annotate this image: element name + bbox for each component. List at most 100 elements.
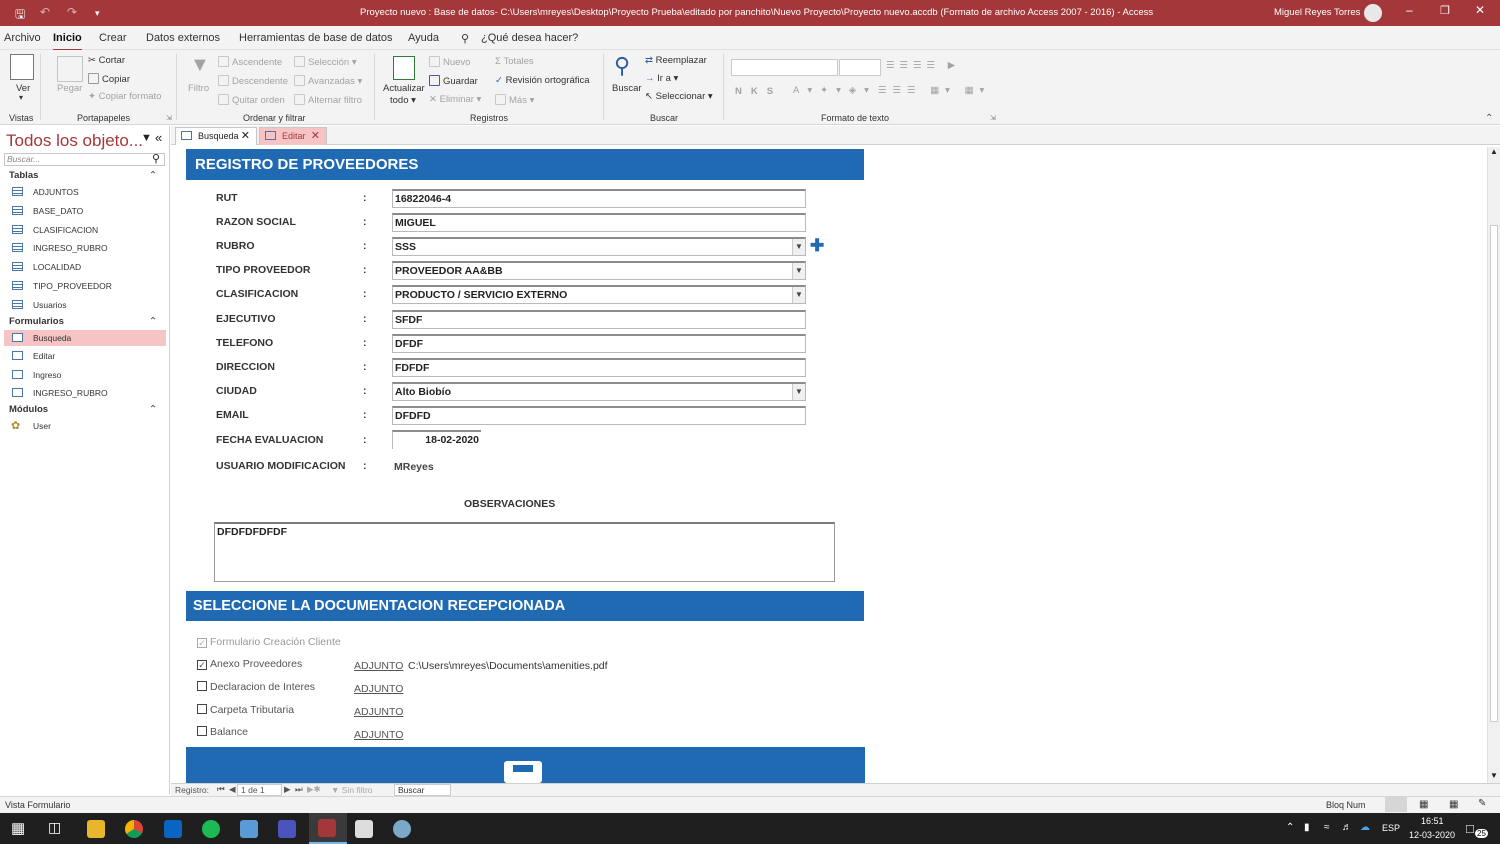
outlook-icon[interactable] [164,820,182,838]
vertical-scrollbar[interactable]: ▲ ▼ [1487,147,1500,783]
buscar-button[interactable]: Buscar [612,83,642,94]
color-icons[interactable]: A▾✦▾◈▾ [793,85,877,96]
ascendente-button[interactable]: Ascendente [218,56,282,68]
doc-checkbox-anexo[interactable]: ✓ Anexo Proveedores [197,658,302,670]
doc-checkbox-declaracion[interactable]: Declaracion de Interes [197,681,315,693]
nav-section-formularios[interactable]: Formularios ⌃ [9,316,157,327]
clock-date[interactable]: 12-03-2020 [1409,830,1455,840]
nav-section-modulos[interactable]: Módulos ⌃ [9,404,157,415]
mas-button[interactable]: Más ▾ [495,94,534,106]
save-icon[interactable]: 🖫 [15,5,25,26]
bold-italic-underline-icons[interactable]: NKS [735,86,782,97]
volume-icon[interactable]: ♬ [1342,822,1352,833]
avanzadas-button[interactable]: Avanzadas ▾ [294,75,362,87]
design-view-icon[interactable]: ✎ [1478,798,1486,809]
collapse-nav-icon[interactable]: « [155,130,162,145]
teams-icon[interactable] [278,820,296,838]
undo-icon[interactable]: ↶ [40,5,50,19]
guardar-button[interactable]: Guardar [429,75,478,87]
align-icons[interactable]: ☰☰☰ ▦▾ ▦▾ [878,85,990,96]
ir-a-button[interactable]: → Ir a ▾ [645,73,678,84]
record-position-input[interactable]: 1 de 1 [237,784,282,796]
prev-record-icon[interactable]: ◀ [229,784,236,795]
next-record-icon[interactable]: ▶ [284,784,291,795]
chevron-down-icon[interactable]: ▼ [792,263,805,279]
reemplazar-button[interactable]: ⇄ Reemplazar [645,55,707,66]
tray-chevron-icon[interactable]: ⌃ [1286,822,1294,833]
nav-title[interactable]: Todos los objeto... [6,131,143,151]
nuevo-button[interactable]: Nuevo [429,56,470,68]
nav-table-item[interactable]: ADJUNTOS [4,184,166,200]
doc-checkbox-formulario[interactable]: ✓ Formulario Creación Cliente [197,636,341,648]
adjunto-link[interactable]: ADJUNTO [354,660,403,672]
pegar-button[interactable]: Pegar [57,83,82,94]
customize-quick-access-icon[interactable]: ▾ [95,8,100,19]
nav-form-item[interactable]: INGRESO_RUBRO [4,385,166,401]
nav-search-input[interactable]: Buscar... [4,153,165,166]
list-icons[interactable]: ☰☰☰☰ ▶ [886,60,960,71]
scroll-down-icon[interactable]: ▼ [1490,771,1498,780]
font-name-select[interactable] [731,59,838,76]
record-search-input[interactable]: Buscar [394,784,451,796]
seleccion-button[interactable]: Selección ▾ [294,56,357,68]
filtro-button[interactable]: Filtro [188,83,209,94]
nav-section-tablas[interactable]: Tablas ⌃ [9,170,157,181]
save-icon[interactable] [504,761,542,783]
adjunto-link[interactable]: ADJUNTO [354,729,403,741]
datasheet-view-icon[interactable]: ▦ [1419,799,1428,810]
chevron-down-icon[interactable]: ▼ [792,384,805,400]
tell-me-input[interactable]: ¿Qué desea hacer? [481,32,578,44]
nav-table-item[interactable]: BASE_DATO [4,203,166,219]
razon-social-field[interactable]: MIGUEL [392,213,806,232]
access-taskbar-button[interactable] [309,813,347,844]
nav-table-item[interactable]: INGRESO_RUBRO [4,240,166,256]
ejecutivo-field[interactable]: SFDF [392,310,806,329]
nav-table-item[interactable]: LOCALIDAD [4,259,166,275]
nav-module-item[interactable]: ✿ User [4,418,166,434]
spotify-icon[interactable] [202,820,220,838]
tab-inicio[interactable]: Inicio [53,32,82,51]
tab-crear[interactable]: Crear [99,32,127,44]
windows-start-icon[interactable]: ▦ [11,819,25,837]
quitar-orden-button[interactable]: Quitar orden [218,94,285,106]
nav-table-item[interactable]: CLASIFICACION [4,222,166,238]
copiar-formato-button[interactable]: ✦ Copiar formato [88,91,161,102]
font-size-select[interactable] [839,59,881,76]
avatar[interactable] [1364,4,1382,22]
language-indicator[interactable]: ESP [1382,823,1400,833]
descendente-button[interactable]: Descendente [218,75,288,87]
battery-icon[interactable]: ▮ [1304,822,1310,833]
minimize-icon[interactable]: – [1406,3,1413,17]
chevron-down-icon[interactable]: ▼ [792,239,805,255]
actualizar-button[interactable]: Actualizar [383,83,425,94]
photos-icon[interactable] [355,820,373,838]
close-tab-icon[interactable]: ✕ [241,128,250,145]
fecha-evaluacion-field[interactable]: 18-02-2020 [392,430,481,449]
rut-field[interactable]: 16822046-4 [392,189,806,208]
layout-view-icon[interactable]: ▦ [1449,799,1458,810]
add-icon[interactable]: ✚ [810,236,824,256]
rubro-combo[interactable]: SSS ▼ [392,237,806,256]
adjunto-link[interactable]: ADJUNTO [354,683,403,695]
dialog-launcher-icon[interactable]: ⇲ [166,114,172,122]
nav-table-item[interactable]: TIPO_PROVEEDOR [4,278,166,294]
redo-icon[interactable]: ↷ [67,5,77,19]
doc-tab-busqueda[interactable]: Busqueda ✕ [175,127,257,145]
scroll-thumb[interactable] [1490,225,1498,722]
dialog-launcher-icon[interactable]: ⇲ [990,114,996,122]
doc-checkbox-balance[interactable]: Balance [197,726,248,738]
revision-button[interactable]: ✓ Revisión ortográfica [495,75,590,86]
collapse-ribbon-icon[interactable]: ⌃ [1485,113,1493,124]
tab-archivo[interactable]: Archivo [4,32,41,44]
restore-icon[interactable]: ❐ [1440,4,1450,17]
clasificacion-combo[interactable]: PRODUCTO / SERVICIO EXTERNO ▼ [392,285,806,304]
user-name[interactable]: Miguel Reyes Torres [1274,7,1360,18]
notification-icon[interactable]: □ [1466,821,1474,836]
eliminar-button[interactable]: ✕ Eliminar ▾ [429,94,481,105]
direccion-field[interactable]: FDFDF [392,358,806,377]
nav-form-item[interactable]: Busqueda [4,330,166,346]
nav-form-item[interactable]: Ingreso [4,367,166,383]
observaciones-textarea[interactable]: DFDFDFDFDF [214,522,835,582]
telefono-field[interactable]: DFDF [392,334,806,353]
ciudad-combo[interactable]: Alto Biobío ▼ [392,382,806,401]
